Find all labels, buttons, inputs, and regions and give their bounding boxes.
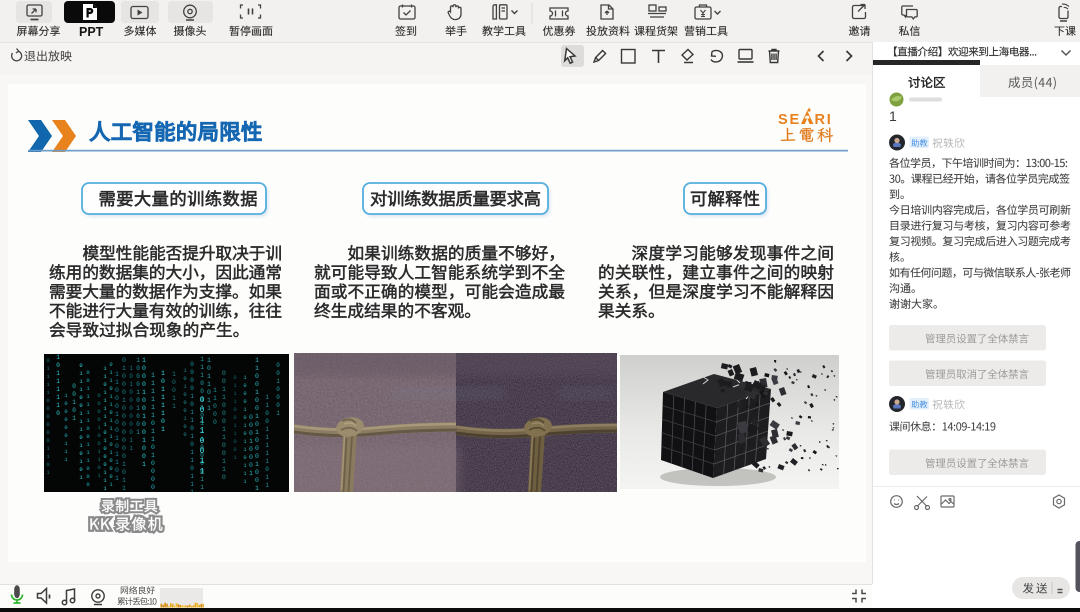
svg-text:011110000001101: 011110000001101 <box>45 357 52 477</box>
svg-text:0010001: 0010001 <box>275 362 282 418</box>
svg-text:RI: RI <box>815 112 833 128</box>
svg-text:1: 1 <box>889 108 897 124</box>
svg-text:SE: SE <box>778 112 801 128</box>
svg-text:00110011: 00110011 <box>198 396 207 478</box>
svg-text:01000100000001011: 01000100000001011 <box>121 357 128 493</box>
svg-text:111111011010000: 111111011010000 <box>150 372 157 492</box>
svg-text:00110001100110: 00110001100110 <box>221 370 228 482</box>
svg-text:100000111: 100000111 <box>63 392 70 464</box>
svg-text:10111101: 10111101 <box>160 370 167 434</box>
svg-text:10111110: 10111110 <box>55 354 62 418</box>
svg-text:00001011010110111: 00001011010110111 <box>189 361 196 497</box>
svg-text:11000100101101: 11000100101101 <box>114 371 121 483</box>
svg-text:11000: 11000 <box>212 387 219 427</box>
svg-text:011100111010101: 011100111010101 <box>78 362 85 482</box>
svg-text:11001001010001001: 11001001010001001 <box>254 357 261 493</box>
svg-text:110011111011: 110011111011 <box>264 394 271 490</box>
svg-text:10100000011: 10100000011 <box>128 365 135 453</box>
svg-text:01110011001: 01110011001 <box>232 374 239 462</box>
svg-text:00101: 00101 <box>71 383 78 423</box>
svg-text:001111100111000: 001111100111000 <box>85 369 92 489</box>
svg-text:101000100: 101000100 <box>182 367 189 439</box>
svg-text:10001001001001: 10001001001001 <box>141 357 148 469</box>
svg-text:10011: 10011 <box>171 371 178 411</box>
svg-text:PPT: PPT <box>79 25 104 39</box>
